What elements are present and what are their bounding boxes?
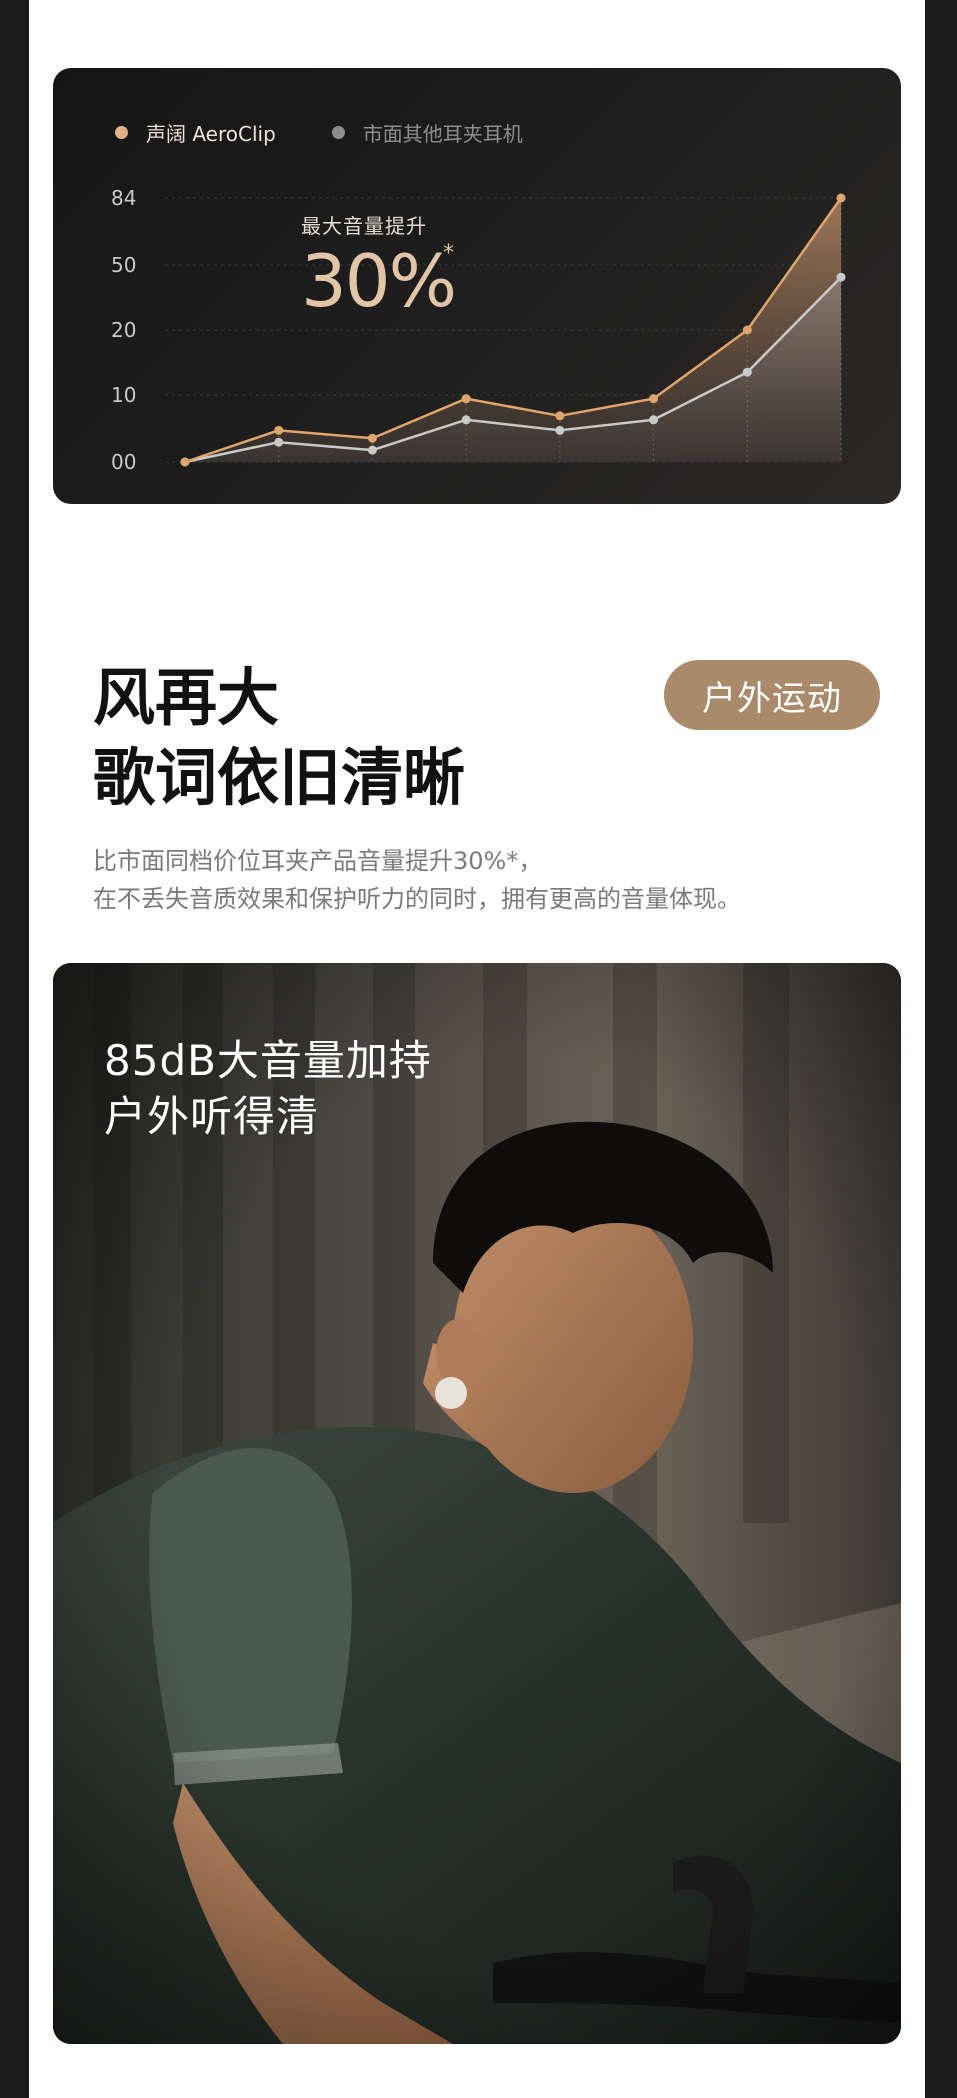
data-point-0 <box>649 394 659 404</box>
headline-line-1: 风再大 <box>93 661 280 734</box>
volume-chart-card: 84 50 20 10 00 声阔 AeroClip 市面其他耳夹耳机 最大音量提升 3… <box>53 68 901 504</box>
data-point-0 <box>836 193 846 203</box>
legend-label-others: 市面其他耳夹耳机 <box>362 121 523 146</box>
data-point-0 <box>555 411 565 421</box>
chart-legend: 声阔 AeroClip 市面其他耳夹耳机 <box>115 116 579 148</box>
data-point-1 <box>274 437 284 447</box>
section-headline: 风再大 歌词依旧清晰 <box>93 658 465 818</box>
data-point-0 <box>461 394 471 404</box>
data-point-0 <box>180 457 190 467</box>
y-tick-label: 10 <box>111 383 136 407</box>
y-tick-label: 00 <box>111 450 136 474</box>
legend-dot-aeroclip <box>115 125 128 139</box>
data-point-0 <box>742 325 752 335</box>
photo-caption-line-2: 户外听得清 <box>104 1092 320 1141</box>
callout-title: 最大音量提升 <box>301 214 427 238</box>
callout-value: 30% * <box>301 241 457 318</box>
legend-dot-others <box>331 125 345 139</box>
y-tick-label: 50 <box>111 253 136 277</box>
scenario-tag: 户外运动 <box>664 660 880 730</box>
data-point-1 <box>367 445 377 455</box>
legend-item-others: 市面其他耳夹耳机 <box>331 118 523 147</box>
y-tick-label: 20 <box>111 318 136 342</box>
product-page: 84 50 20 10 00 声阔 AeroClip 市面其他耳夹耳机 最大音量提升 3… <box>29 0 925 2098</box>
data-point-1 <box>461 415 471 425</box>
headline-line-2: 歌词依旧清晰 <box>93 741 466 814</box>
cyclist-photo-card: 85dB大音量加持 户外听得清 <box>53 963 901 2044</box>
volume-boost-callout: 最大音量提升 30% * <box>301 210 457 318</box>
legend-label-aeroclip: 声阔 AeroClip <box>146 121 276 146</box>
description-line-1: 比市面同档价位耳夹产品音量提升30%*， <box>93 847 543 875</box>
data-point-1 <box>555 425 565 435</box>
data-point-0 <box>367 433 377 443</box>
y-tick-label: 84 <box>111 186 136 210</box>
callout-footnote-mark: * <box>443 241 454 266</box>
section-description: 比市面同档价位耳夹产品音量提升30%*， 在不丢失音质效果和保护听力的同时，拥有… <box>93 842 741 918</box>
data-point-0 <box>274 425 284 435</box>
data-point-1 <box>649 415 659 425</box>
legend-item-aeroclip: 声阔 AeroClip <box>115 118 276 147</box>
callout-percent: 30% <box>301 239 457 323</box>
data-point-1 <box>836 272 846 282</box>
photo-caption-line-1: 85dB大音量加持 <box>104 1036 432 1085</box>
photo-caption: 85dB大音量加持 户外听得清 <box>104 1033 432 1145</box>
description-line-2: 在不丢失音质效果和保护听力的同时，拥有更高的音量体现。 <box>93 885 741 913</box>
data-point-1 <box>742 367 752 377</box>
